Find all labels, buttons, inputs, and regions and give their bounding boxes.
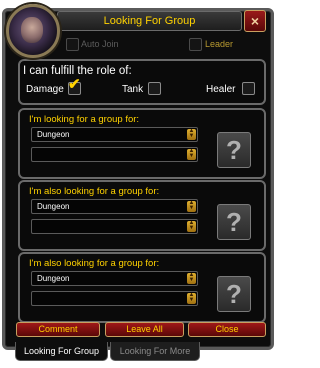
dropdown-value: Dungeon: [37, 202, 70, 211]
player-portrait: [6, 4, 60, 58]
healer-checkbox[interactable]: [242, 82, 255, 95]
activity-type-dropdown[interactable]: Dungeon ▲ ▼: [31, 199, 198, 214]
dropdown-value: Dungeon: [37, 130, 70, 139]
damage-label: Damage: [26, 84, 64, 95]
window-title: Looking For Group: [57, 11, 242, 31]
leave-all-button[interactable]: Leave All: [105, 322, 184, 337]
auto-join-checkbox[interactable]: [66, 38, 79, 51]
activity-type-dropdown[interactable]: Dungeon ▲ ▼: [31, 127, 198, 142]
close-button[interactable]: Close: [188, 322, 266, 337]
comment-button[interactable]: Comment: [16, 322, 100, 337]
activity-name-dropdown[interactable]: ▲ ▼: [31, 291, 198, 306]
dropdown-arrow-icon[interactable]: ▲ ▼: [187, 220, 196, 232]
activity-type-dropdown[interactable]: Dungeon ▲ ▼: [31, 271, 198, 286]
dropdown-value: Dungeon: [37, 274, 70, 283]
portrait-face: [21, 17, 43, 43]
group-label: I'm also looking for a group for:: [29, 186, 160, 197]
question-mark-icon[interactable]: ?: [217, 204, 251, 240]
dropdown-arrow-icon[interactable]: ▲ ▼: [187, 128, 196, 140]
close-window-button[interactable]: ×: [244, 10, 266, 32]
group-panel-2: I'm also looking for a group for: Dungeo…: [18, 180, 266, 251]
tank-label: Tank: [122, 84, 144, 95]
group-label: I'm also looking for a group for:: [29, 258, 160, 269]
leader-label: Leader: [205, 39, 234, 49]
dropdown-arrow-icon[interactable]: ▲ ▼: [187, 292, 196, 304]
group-label: I'm looking for a group for:: [29, 114, 140, 125]
tank-checkbox[interactable]: [148, 82, 161, 95]
healer-label: Healer: [206, 84, 236, 95]
question-mark-icon[interactable]: ?: [217, 276, 251, 312]
activity-name-dropdown[interactable]: ▲ ▼: [31, 219, 198, 234]
dropdown-arrow-icon[interactable]: ▲ ▼: [187, 148, 196, 160]
tab-looking-for-more[interactable]: Looking For More: [110, 342, 200, 361]
tab-looking-for-group[interactable]: Looking For Group: [15, 342, 108, 361]
checkmark-icon: ✔: [68, 76, 81, 93]
activity-name-dropdown[interactable]: ▲ ▼: [31, 147, 198, 162]
dropdown-arrow-icon[interactable]: ▲ ▼: [187, 272, 196, 284]
group-panel-3: I'm also looking for a group for: Dungeo…: [18, 252, 266, 323]
auto-join-label: Auto Join: [81, 39, 119, 49]
dropdown-arrow-icon[interactable]: ▲ ▼: [187, 200, 196, 212]
leader-checkbox[interactable]: [189, 38, 202, 51]
group-panel-1: I'm looking for a group for: Dungeon ▲ ▼ …: [18, 108, 266, 179]
question-mark-icon[interactable]: ?: [217, 132, 251, 168]
